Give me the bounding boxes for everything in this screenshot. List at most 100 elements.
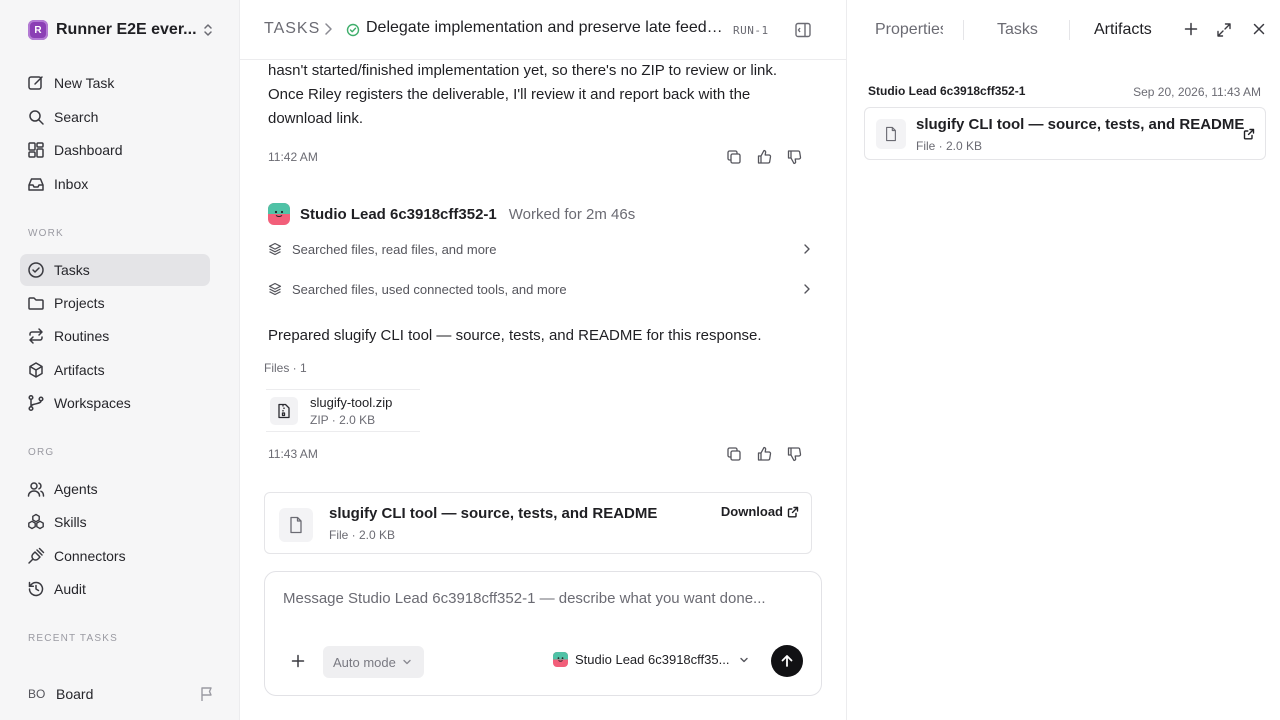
sidebar-toggle-icon[interactable] bbox=[794, 21, 812, 39]
section-recent-label: RECENT TASKS bbox=[28, 633, 118, 644]
agent-header: Studio Lead 6c3918cff352-1 Worked for 2m… bbox=[268, 203, 635, 225]
copy-icon[interactable] bbox=[726, 149, 742, 165]
artifact-meta: File · 2.0 KB bbox=[329, 528, 396, 542]
mode-select[interactable]: Auto mode bbox=[323, 646, 424, 678]
package-icon bbox=[29, 362, 43, 378]
file-icon bbox=[876, 119, 906, 149]
agent-select[interactable]: Studio Lead 6c3918cff35... bbox=[553, 652, 749, 667]
board-label: Board bbox=[56, 686, 94, 702]
zip-file-icon bbox=[270, 396, 298, 425]
nav-search-label: Search bbox=[54, 109, 99, 125]
nav-inbox[interactable]: Inbox bbox=[20, 168, 210, 200]
activity-step[interactable]: Searched files, used connected tools, an… bbox=[268, 278, 812, 300]
thumbs-up-icon[interactable] bbox=[756, 446, 772, 462]
section-org-label: ORG bbox=[28, 447, 55, 458]
activity-step-label: Searched files, read files, and more bbox=[292, 241, 497, 257]
file-attachment[interactable]: slugify-tool.zip ZIP · 2.0 KB bbox=[266, 389, 420, 432]
task-header: TASKS Delegate implementation and preser… bbox=[240, 0, 846, 60]
nav-projects[interactable]: Projects bbox=[20, 287, 210, 319]
nav-audit[interactable]: Audit bbox=[20, 573, 210, 605]
thumbs-down-icon[interactable] bbox=[786, 149, 802, 165]
tab-tasks[interactable]: Tasks bbox=[997, 21, 1038, 39]
board-avatar: BO bbox=[28, 687, 46, 701]
flag-icon[interactable] bbox=[200, 686, 214, 702]
workspace-logo: R bbox=[28, 20, 48, 40]
chevron-up-down-icon bbox=[204, 24, 212, 36]
history-icon bbox=[28, 581, 44, 597]
nav-connectors[interactable]: Connectors bbox=[20, 540, 210, 572]
nav-agents[interactable]: Agents bbox=[20, 473, 210, 505]
artifact-card[interactable]: slugify CLI tool — source, tests, and RE… bbox=[264, 492, 812, 554]
nav-artifacts[interactable]: Artifacts bbox=[20, 354, 210, 386]
artifact-date: Sep 20, 2026, 11:43 AM bbox=[1133, 85, 1261, 99]
activity-step[interactable]: Searched files, read files, and more bbox=[268, 238, 812, 260]
artifact-list-item[interactable]: slugify CLI tool — source, tests, and RE… bbox=[864, 107, 1266, 160]
nav-dashboard[interactable]: Dashboard bbox=[20, 134, 210, 166]
inbox-icon bbox=[28, 178, 44, 191]
repeat-icon bbox=[29, 328, 43, 344]
nav-routines[interactable]: Routines bbox=[20, 320, 210, 352]
edit-icon bbox=[28, 76, 43, 90]
download-button[interactable]: Download bbox=[721, 504, 799, 519]
nav-search[interactable]: Search bbox=[20, 101, 210, 133]
message-text: hasn't started/finished implementation y… bbox=[268, 62, 778, 127]
nav-dashboard-label: Dashboard bbox=[54, 142, 123, 158]
send-button[interactable] bbox=[771, 645, 803, 677]
layers-icon bbox=[268, 282, 282, 296]
thumbs-down-icon[interactable] bbox=[786, 446, 802, 462]
agent-avatar bbox=[268, 203, 290, 225]
close-icon[interactable] bbox=[1253, 23, 1265, 35]
details-panel: Properties Tasks Artifacts Studio Lead 6… bbox=[846, 0, 1280, 720]
thumbs-up-icon[interactable] bbox=[756, 149, 772, 165]
nav-agents-label: Agents bbox=[54, 481, 98, 497]
arrow-up-icon bbox=[781, 655, 793, 667]
nav-new-task[interactable]: New Task bbox=[20, 67, 210, 99]
users-icon bbox=[27, 482, 45, 497]
nav-tasks-label: Tasks bbox=[54, 262, 90, 278]
nav-workspaces[interactable]: Workspaces bbox=[20, 387, 210, 419]
panel-tabs: Properties Tasks Artifacts bbox=[847, 0, 1280, 60]
board-item[interactable]: BO Board bbox=[28, 683, 214, 705]
chevron-down-icon bbox=[403, 659, 411, 665]
external-link-icon bbox=[787, 506, 799, 517]
page-title: Delegate implementation and preserve lat… bbox=[366, 19, 730, 36]
tab-artifacts[interactable]: Artifacts bbox=[1094, 21, 1152, 39]
chevron-down-icon bbox=[740, 657, 748, 662]
sidebar: R Runner E2E ever... New Task Search Das… bbox=[0, 0, 240, 720]
nav-routines-label: Routines bbox=[54, 328, 110, 344]
tab-properties[interactable]: Properties bbox=[875, 21, 943, 39]
copy-icon[interactable] bbox=[726, 446, 742, 462]
plus-icon[interactable] bbox=[1184, 22, 1198, 36]
nav-connectors-label: Connectors bbox=[54, 548, 126, 564]
section-work-label: WORK bbox=[28, 228, 64, 239]
nav-artifacts-label: Artifacts bbox=[54, 362, 105, 378]
message-actions bbox=[726, 149, 810, 167]
artifact-owner: Studio Lead 6c3918cff352-1 bbox=[868, 84, 1026, 98]
nav-audit-label: Audit bbox=[54, 581, 86, 597]
mode-select-label: Auto mode bbox=[333, 654, 396, 670]
nav-skills[interactable]: Skills bbox=[20, 506, 210, 538]
external-link-icon[interactable] bbox=[1243, 128, 1255, 140]
artifact-list-meta: File · 2.0 KB bbox=[916, 139, 983, 153]
layers-icon bbox=[268, 242, 282, 256]
artifact-list-title: slugify CLI tool — source, tests, and RE… bbox=[916, 116, 1245, 133]
nav-inbox-label: Inbox bbox=[54, 176, 89, 192]
nav-workspaces-label: Workspaces bbox=[54, 395, 131, 411]
expand-icon[interactable] bbox=[1216, 22, 1232, 38]
chevron-right-icon bbox=[804, 244, 810, 254]
nav-skills-label: Skills bbox=[54, 514, 87, 530]
plus-icon[interactable] bbox=[291, 654, 305, 668]
nav-tasks[interactable]: Tasks bbox=[20, 254, 210, 286]
chevron-right-icon bbox=[325, 23, 332, 35]
prepared-text: Prepared slugify CLI tool — source, test… bbox=[268, 327, 762, 344]
file-name: slugify-tool.zip bbox=[310, 394, 393, 410]
activity-step-label: Searched files, used connected tools, an… bbox=[292, 281, 567, 297]
git-branch-icon bbox=[28, 394, 44, 412]
dashboard-icon bbox=[28, 142, 44, 158]
message-input[interactable] bbox=[283, 590, 803, 607]
artifact-title: slugify CLI tool — source, tests, and RE… bbox=[329, 505, 658, 522]
workspace-switcher[interactable]: R Runner E2E ever... bbox=[28, 18, 214, 42]
agent-name: Studio Lead 6c3918cff352-1 bbox=[300, 205, 497, 223]
breadcrumb-tasks[interactable]: TASKS bbox=[264, 20, 320, 38]
nav-new-task-label: New Task bbox=[54, 75, 115, 91]
